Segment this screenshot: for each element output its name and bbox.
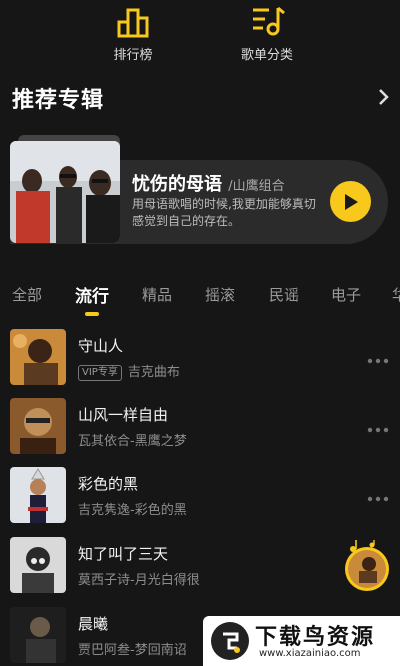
song-row[interactable]: 彩色的黑 吉克隽逸-彩色的黑 [0, 467, 400, 523]
tab-rock[interactable]: 摇滚 [205, 284, 235, 305]
playlist-category-nav-item[interactable]: 歌单分类 [227, 0, 307, 63]
song-title: 山风一样自由 [78, 406, 169, 424]
more-options-icon[interactable] [366, 489, 390, 502]
song-title: 彩色的黑 [78, 475, 139, 493]
song-cover [10, 607, 66, 663]
album-artist: /山鹰组合 [228, 179, 285, 194]
song-subtitle: 吉克隽逸-彩色的黑 [78, 503, 187, 518]
tab-folk[interactable]: 民谣 [269, 284, 299, 305]
more-options-icon[interactable] [366, 351, 390, 364]
song-subtitle: VIP专享 吉克曲布 [78, 361, 180, 381]
album-title[interactable]: 忧伤的母语 /山鹰组合 [132, 170, 285, 196]
song-cover [10, 329, 66, 385]
play-button[interactable] [330, 181, 371, 222]
ranking-nav-item[interactable]: 排行榜 [93, 0, 173, 63]
song-row[interactable]: 守山人 VIP专享 吉克曲布 [0, 329, 400, 385]
playlist-category-label: 歌单分类 [240, 48, 293, 63]
chevron-right-icon[interactable] [376, 86, 392, 108]
album-name: 忧伤的母语 [132, 174, 222, 195]
song-title: 晨曦 [78, 615, 109, 633]
tab-all[interactable]: 全部 [12, 284, 42, 305]
tab-featured[interactable]: 精品 [142, 284, 172, 305]
more-options-icon[interactable] [366, 420, 390, 433]
song-row[interactable]: 山风一样自由 瓦其依合-黑鹰之梦 [0, 398, 400, 454]
watermark-url: www.xiazainiao.com [259, 648, 361, 659]
song-title: 知了叫了三天 [78, 545, 169, 563]
tab-more[interactable]: 华 [392, 284, 400, 305]
song-artist: 吉克曲布 [127, 365, 180, 380]
play-icon [344, 193, 358, 210]
tab-pop[interactable]: 流行 [75, 282, 109, 307]
album-cover-image [10, 141, 120, 243]
album-cover[interactable] [10, 135, 120, 243]
ranking-label: 排行榜 [113, 48, 153, 63]
vip-badge: VIP专享 [78, 365, 122, 381]
song-cover [10, 467, 66, 523]
tab-indicator [85, 312, 99, 316]
watermark: 下载鸟资源 www.xiazainiao.com [203, 616, 400, 666]
song-row[interactable]: 知了叫了三天 莫西子诗-月光白得很 [0, 537, 400, 593]
watermark-logo-icon [211, 622, 249, 660]
song-subtitle: 贾巴阿叁-梦回南诏 [78, 643, 187, 658]
watermark-text: 下载鸟资源 [255, 625, 376, 650]
mini-player[interactable] [342, 538, 392, 592]
playlist-category-icon [227, 0, 307, 38]
song-subtitle: 莫西子诗-月光白得很 [78, 573, 200, 588]
top-nav: 排行榜 歌单分类 [0, 0, 400, 70]
song-cover [10, 398, 66, 454]
tab-electronic[interactable]: 电子 [331, 284, 361, 305]
song-cover [10, 537, 66, 593]
category-tabs: 全部 流行 精品 摇滚 民谣 电子 华 [0, 282, 400, 318]
song-title: 守山人 [78, 337, 124, 355]
song-subtitle: 瓦其依合-黑鹰之梦 [78, 434, 187, 449]
ranking-icon [93, 0, 173, 38]
section-title: 推荐专辑 [12, 88, 105, 113]
album-description: 用母语歌唱的时候,我更加能够真切感觉到自己的存在。 [132, 197, 316, 228]
